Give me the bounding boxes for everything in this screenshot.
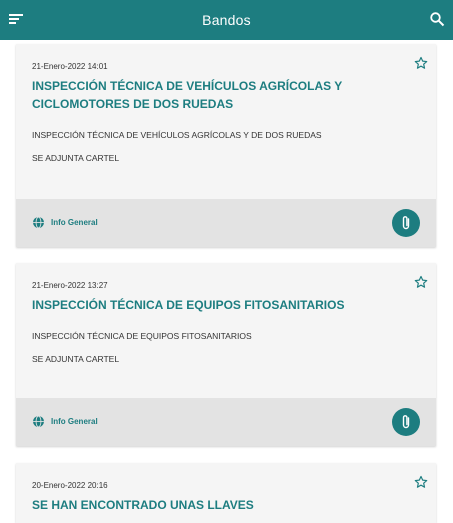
paperclip-icon [402, 216, 410, 230]
bando-footer: Info General [16, 398, 436, 446]
category-label[interactable]: Info General [51, 417, 98, 426]
bando-title[interactable]: INSPECCIÓN TÉCNICA DE VEHÍCULOS AGRÍCOLA… [32, 77, 352, 95]
bando-title[interactable]: INSPECCIÓN TÉCNICA DE EQUIPOS FITOSANITA… [32, 296, 352, 314]
page-title: Bandos [202, 12, 251, 28]
globe-icon [33, 216, 44, 229]
paperclip-icon [402, 415, 410, 429]
bando-footer: Info General [16, 199, 436, 247]
bando-date: 21-Enero-2022 13:27 [32, 281, 108, 290]
search-icon[interactable] [429, 11, 445, 27]
bando-body-line: SE ADJUNTA CARTEL [32, 153, 120, 163]
bando-title-continued[interactable]: CICLOMOTORES DE DOS RUEDAS [32, 95, 352, 113]
attachment-button[interactable] [392, 408, 420, 436]
bando-body-line: INSPECCIÓN TÉCNICA DE EQUIPOS FITOSANITA… [32, 331, 252, 341]
category-label[interactable]: Info General [51, 218, 98, 227]
bando-card[interactable]: 21-Enero-2022 14:01 INSPECCIÓN TÉCNICA D… [16, 44, 436, 247]
globe-icon [33, 415, 44, 428]
favorite-star-icon[interactable] [414, 475, 428, 489]
bando-body-line: INSPECCIÓN TÉCNICA DE VEHÍCULOS AGRÍCOLA… [32, 130, 322, 140]
menu-icon[interactable] [8, 11, 24, 27]
bando-date: 20-Enero-2022 20:16 [32, 481, 108, 490]
bando-title[interactable]: SE HAN ENCONTRADO UNAS LLAVES [32, 496, 352, 514]
bando-card[interactable]: 20-Enero-2022 20:16 SE HAN ENCONTRADO UN… [16, 463, 436, 523]
attachment-button[interactable] [392, 209, 420, 237]
bando-date: 21-Enero-2022 14:01 [32, 62, 108, 71]
favorite-star-icon[interactable] [414, 275, 428, 289]
bando-body-line: SE ADJUNTA CARTEL [32, 354, 120, 364]
app-bar: Bandos [0, 0, 453, 40]
favorite-star-icon[interactable] [414, 56, 428, 70]
bando-card[interactable]: 21-Enero-2022 13:27 INSPECCIÓN TÉCNICA D… [16, 263, 436, 446]
